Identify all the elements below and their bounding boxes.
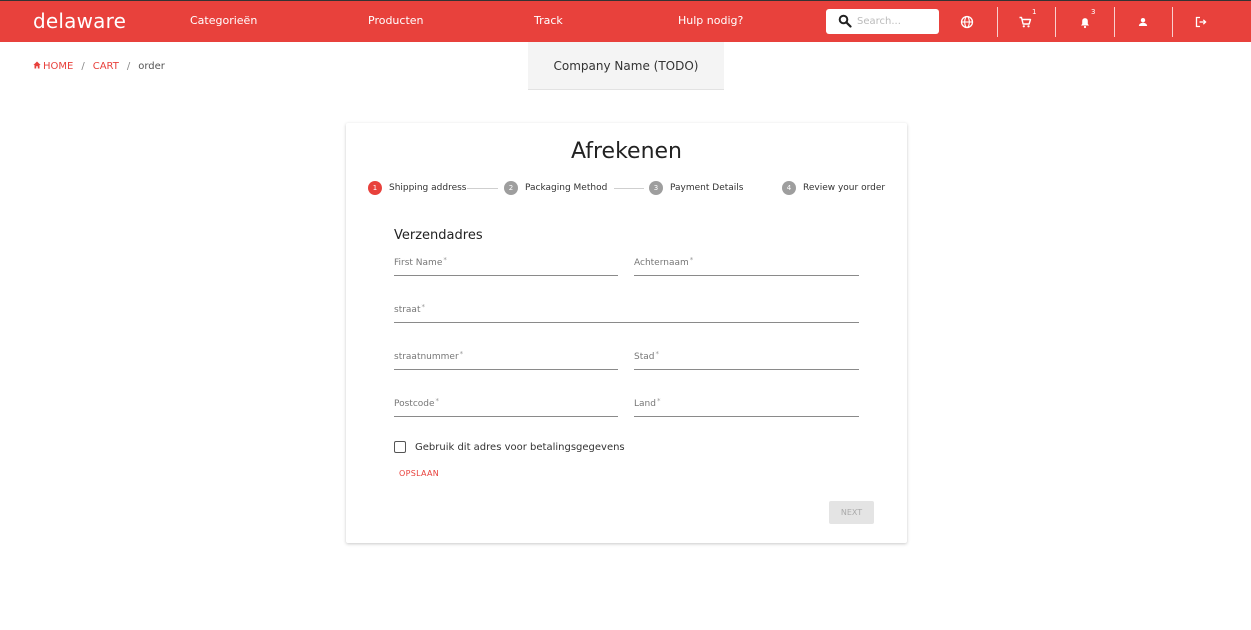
first-name-label: First Name (394, 258, 443, 268)
city-label: Stad (634, 352, 655, 362)
country-field[interactable]: Land* (634, 395, 859, 417)
required-mark: * (689, 256, 694, 264)
checkout-title: Afrekenen (570, 139, 683, 164)
billing-address-checkbox-label: Gebruik dit adres voor betalingsgegevens (415, 441, 625, 453)
stepper-connector (467, 188, 498, 189)
required-mark: * (435, 397, 440, 405)
breadcrumb-home[interactable]: HOME (43, 61, 73, 72)
required-mark: * (421, 303, 425, 311)
section-title-shipping-address: Verzendadres (394, 228, 483, 243)
required-mark: * (655, 350, 659, 358)
street-label: straat (394, 305, 421, 315)
logout-icon[interactable] (1192, 13, 1210, 31)
breadcrumb-cart[interactable]: CART (93, 61, 119, 72)
last-name-field[interactable]: Achternaam* (634, 254, 859, 276)
save-button[interactable]: OPSLAAN (399, 469, 439, 478)
language-globe-icon[interactable] (958, 13, 976, 31)
cart-count-badge: 1 (1032, 8, 1037, 16)
street-field[interactable]: straat* (394, 301, 859, 323)
postcode-label: Postcode (394, 399, 435, 409)
step-review-order[interactable]: 4 Review your order (782, 181, 885, 195)
breadcrumb-current: order (138, 61, 165, 72)
step-number: 4 (782, 181, 796, 195)
toolbar-separator (1055, 7, 1056, 37)
checkout-card: Afrekenen 1 Shipping address 2 Packaging… (346, 123, 907, 543)
step-label: Review your order (803, 183, 886, 193)
required-mark: * (443, 256, 447, 264)
breadcrumb: HOME / CART / order (33, 61, 165, 72)
breadcrumb-separator: / (126, 61, 131, 72)
step-label: Payment Details (670, 183, 744, 193)
street-number-label: straatnummer (394, 352, 459, 362)
top-navbar: delaware Categorieën Producten Track Hul… (0, 0, 1251, 42)
company-name: Company Name (TODO) (553, 59, 699, 73)
nav-help[interactable]: Hulp nodig? (678, 14, 743, 27)
city-field[interactable]: Stad* (634, 348, 859, 370)
stepper-connector (614, 188, 644, 189)
user-profile-icon[interactable] (1134, 13, 1152, 31)
first-name-field[interactable]: First Name* (394, 254, 618, 276)
country-label: Land (634, 399, 656, 409)
step-payment-details[interactable]: 3 Payment Details (649, 181, 743, 195)
step-shipping-address[interactable]: 1 Shipping address (368, 181, 466, 195)
step-number: 1 (368, 181, 382, 195)
search-icon (838, 14, 852, 28)
home-icon (33, 61, 41, 69)
toolbar-separator (997, 7, 998, 37)
brand-logo[interactable]: delaware (33, 9, 126, 33)
billing-address-checkbox[interactable] (394, 441, 406, 453)
step-label: Packaging Method (525, 183, 608, 193)
search-box (826, 9, 939, 34)
toolbar-separator (1172, 7, 1173, 37)
breadcrumb-separator: / (81, 61, 85, 72)
required-mark: * (459, 350, 464, 358)
postcode-field[interactable]: Postcode* (394, 395, 618, 417)
notification-count-badge: 3 (1091, 8, 1096, 16)
toolbar-separator (1114, 7, 1115, 37)
required-mark: * (656, 397, 661, 405)
street-number-field[interactable]: straatnummer* (394, 348, 618, 370)
nav-products[interactable]: Producten (368, 14, 424, 27)
next-button[interactable]: NEXT (829, 501, 874, 524)
step-number: 3 (649, 181, 663, 195)
step-label: Shipping address (389, 183, 467, 193)
company-name-panel[interactable]: Company Name (TODO) (528, 42, 724, 90)
step-packaging-method[interactable]: 2 Packaging Method (504, 181, 607, 195)
nav-categories[interactable]: Categorieën (190, 14, 257, 27)
nav-track[interactable]: Track (534, 14, 563, 27)
step-number: 2 (504, 181, 518, 195)
billing-address-checkbox-row[interactable]: Gebruik dit adres voor betalingsgegevens (394, 441, 625, 453)
search-input[interactable] (857, 13, 932, 30)
last-name-label: Achternaam (634, 258, 689, 268)
